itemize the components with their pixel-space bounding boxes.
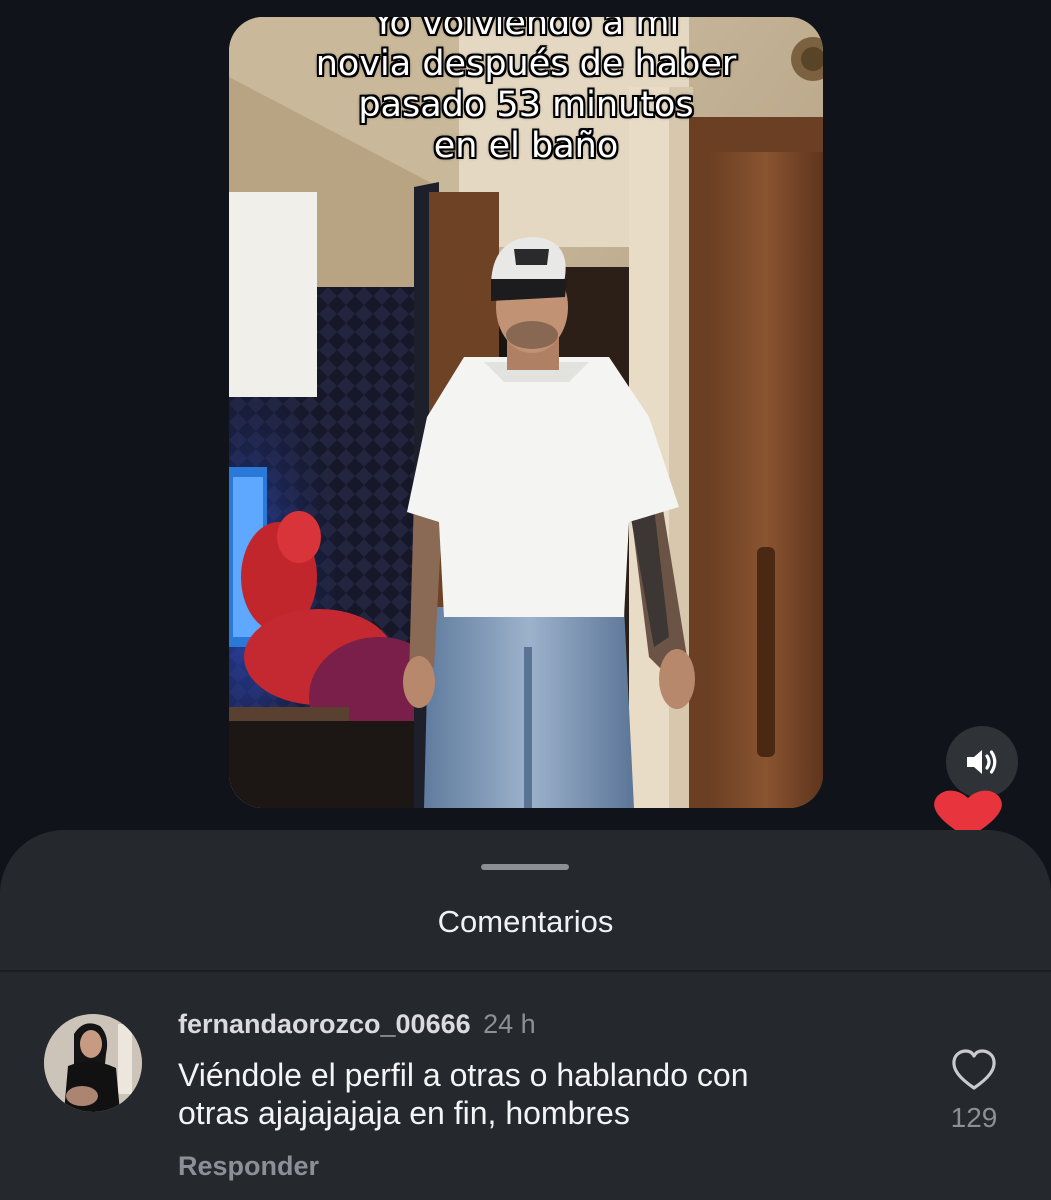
reply-button[interactable]: Responder (178, 1148, 319, 1184)
caption-line: pasado 53 minutos (358, 85, 694, 125)
caption-line: novia después de haber (315, 44, 737, 84)
video-player[interactable]: Yo volviendo a mi novia después de haber… (229, 17, 823, 808)
comment-item: fernandaorozco_00666 24 h Viéndole el pe… (0, 972, 1051, 1200)
comment-text-line: Viéndole el perfil a otras o hablando co… (178, 1057, 749, 1093)
like-count: 129 (950, 1102, 998, 1133)
sheet-title: Comentarios (437, 904, 614, 939)
speaker-icon (967, 750, 997, 774)
caption-line: en el baño (433, 126, 619, 166)
app-screen: Yo volviendo a mi novia después de haber… (0, 0, 1051, 1200)
sheet-drag-handle[interactable] (481, 864, 569, 870)
comment-text-line: otras ajajajajaja en fin, hombres (178, 1095, 630, 1131)
heart-icon[interactable] (950, 1048, 998, 1092)
comment-username[interactable]: fernandaorozco_00666 (178, 1009, 471, 1039)
comment-header: fernandaorozco_00666 24 h (178, 1006, 536, 1042)
avatar[interactable] (44, 1014, 142, 1112)
comments-sheet: Comentarios fernandaorozco_00666 24 h Vi… (0, 830, 1051, 1200)
video-caption: Yo volviendo a mi novia después de haber… (229, 17, 823, 167)
comment-timestamp: 24 h (483, 1009, 536, 1039)
caption-line: Yo volviendo a mi (372, 17, 680, 43)
comment-text: Viéndole el perfil a otras o hablando co… (178, 1056, 878, 1132)
